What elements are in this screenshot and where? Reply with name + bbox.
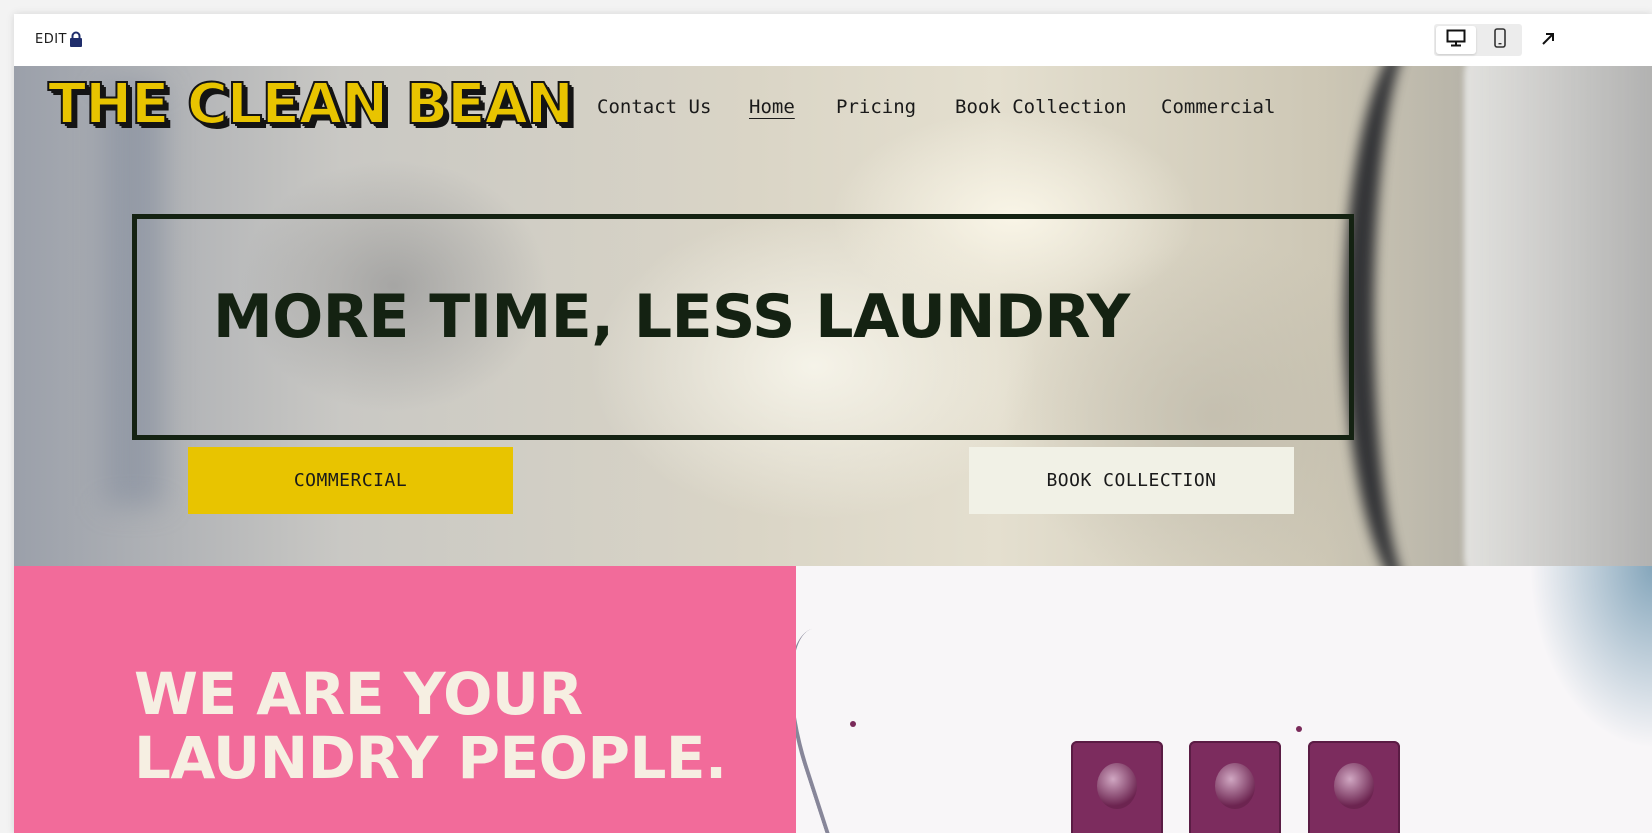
laundry-photo: [796, 566, 1652, 833]
mobile-icon: [1494, 27, 1506, 53]
machine-button-image: [1071, 741, 1163, 833]
machine-button-image: [1308, 741, 1400, 833]
about-title: WE ARE YOUR LAUNDRY PEOPLE.: [134, 662, 727, 790]
nav-pricing[interactable]: Pricing: [836, 96, 916, 118]
nav-book-collection[interactable]: Book Collection: [955, 96, 1127, 118]
washer-drum-edge: [1464, 66, 1652, 566]
drop-image: [1296, 726, 1302, 732]
arrow-up-right-icon[interactable]: [1537, 28, 1559, 50]
headline-frame: MORE TIME, LESS LAUNDRY: [132, 214, 1354, 440]
hero-headline: MORE TIME, LESS LAUNDRY: [213, 282, 1130, 352]
about-title-line-1: WE ARE YOUR: [134, 660, 583, 728]
site-logo[interactable]: THE CLEAN BEAN: [47, 73, 575, 136]
lock-icon: [69, 31, 83, 47]
desktop-view-button[interactable]: [1436, 26, 1476, 54]
edit-label[interactable]: EDIT: [35, 32, 67, 47]
device-toggle: [1434, 24, 1522, 56]
nav-home[interactable]: Home: [749, 96, 795, 118]
browser-frame: EDIT THE CLEAN BEAN Contact Us Home Pric…: [14, 14, 1652, 833]
drop-image: [850, 721, 856, 727]
mobile-view-button[interactable]: [1480, 26, 1520, 54]
editor-toolbar: EDIT: [14, 14, 1652, 66]
commercial-button[interactable]: COMMERCIAL: [188, 447, 513, 514]
about-section: WE ARE YOUR LAUNDRY PEOPLE.: [14, 566, 796, 833]
desktop-icon: [1446, 29, 1466, 52]
about-title-line-2: LAUNDRY PEOPLE.: [134, 724, 727, 792]
nav-contact-us[interactable]: Contact Us: [597, 96, 711, 118]
hero-section: THE CLEAN BEAN Contact Us Home Pricing B…: [14, 66, 1652, 566]
machine-button-image: [1189, 741, 1281, 833]
book-collection-button[interactable]: BOOK COLLECTION: [969, 447, 1294, 514]
nav-commercial[interactable]: Commercial: [1161, 96, 1275, 118]
